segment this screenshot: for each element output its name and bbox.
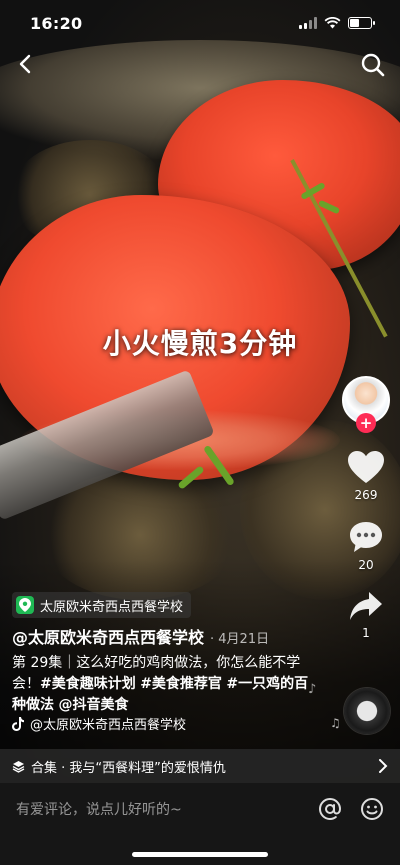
status-icons bbox=[299, 17, 375, 29]
video-caption: 小火慢煎3分钟 bbox=[102, 327, 298, 360]
music-note-icon: ♫ bbox=[330, 716, 341, 730]
like-action[interactable]: 269 bbox=[347, 450, 385, 502]
author-line: @太原欧米奇西点西餐学校 · 4月21日 bbox=[12, 624, 269, 648]
video-description: 第 29集｜这么好吃的鸡肉做法，你怎么能不学会！#美食趣味计划 #美食推荐官 #… bbox=[12, 653, 317, 716]
back-arrow-icon[interactable] bbox=[14, 52, 38, 76]
status-time: 16:20 bbox=[30, 13, 83, 33]
share-icon[interactable] bbox=[348, 590, 384, 622]
hashtag[interactable]: #美食推荐官 bbox=[140, 676, 222, 692]
music-line[interactable]: @太原欧米奇西点西餐学校 bbox=[12, 714, 186, 733]
comment-bar: 有爱评论，说点儿好听的~ bbox=[0, 783, 400, 835]
mention[interactable]: @抖音美食 bbox=[58, 697, 128, 713]
chevron-right-icon bbox=[379, 759, 388, 773]
music-note-icon: ♪ bbox=[308, 682, 317, 697]
layers-icon bbox=[12, 760, 25, 773]
author-handle[interactable]: @太原欧米奇西点西餐学校 bbox=[12, 624, 204, 648]
wifi-icon bbox=[324, 17, 341, 29]
home-indicator[interactable] bbox=[132, 852, 268, 857]
music-title: @太原欧米奇西点西餐学校 bbox=[30, 718, 187, 733]
action-column: + 269 20 1 bbox=[340, 376, 392, 640]
bottom-safe-area bbox=[0, 835, 400, 865]
post-date: · 4月21日 bbox=[210, 632, 270, 647]
collection-bar[interactable]: 合集 · 我与“西餐料理”的爱恨情仇 bbox=[0, 749, 400, 783]
music-disc-icon[interactable] bbox=[344, 688, 390, 734]
search-icon[interactable] bbox=[360, 52, 386, 78]
comment-tools bbox=[318, 797, 384, 821]
collection-label: 合集 · 我与“西餐料理”的爱恨情仇 bbox=[31, 760, 226, 776]
share-action[interactable]: 1 bbox=[348, 590, 384, 640]
comment-count: 20 bbox=[358, 558, 374, 572]
like-count: 269 bbox=[354, 488, 378, 502]
tiktok-note-icon bbox=[12, 716, 24, 731]
author-avatar-wrap[interactable]: + bbox=[342, 376, 390, 433]
status-bar: 16:20 bbox=[0, 0, 400, 46]
location-name: 太原欧米奇西点西餐学校 bbox=[40, 599, 184, 615]
at-mention-icon[interactable] bbox=[318, 797, 342, 821]
emoji-icon[interactable] bbox=[360, 797, 384, 821]
comment-input[interactable]: 有爱评论，说点儿好听的~ bbox=[16, 799, 182, 819]
location-chip[interactable]: 太原欧米奇西点西餐学校 bbox=[12, 592, 192, 618]
hashtag[interactable]: #美食趣味计划 bbox=[40, 676, 136, 692]
comment-action[interactable]: 20 bbox=[348, 520, 384, 572]
battery-icon bbox=[348, 17, 375, 29]
follow-plus-icon[interactable]: + bbox=[356, 413, 376, 433]
share-count: 1 bbox=[362, 626, 370, 640]
signal-icon bbox=[299, 17, 317, 29]
heart-icon[interactable] bbox=[347, 450, 385, 484]
location-pin-icon bbox=[16, 596, 34, 614]
comment-icon[interactable] bbox=[348, 520, 384, 554]
